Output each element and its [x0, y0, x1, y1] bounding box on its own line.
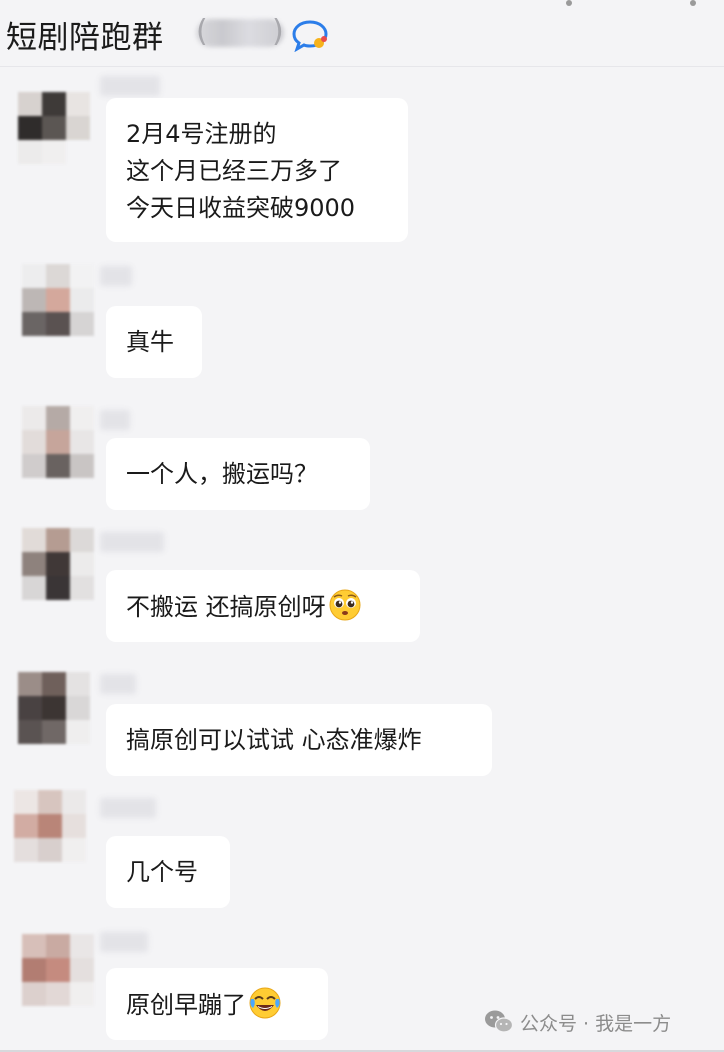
avatar[interactable]	[22, 264, 96, 338]
message-text: 这个月已经三万多了	[126, 157, 342, 185]
paren-left: (	[196, 14, 208, 49]
wechat-icon	[485, 1010, 514, 1033]
message-bubble[interactable]: 搞原创可以试试 心态准爆炸	[106, 704, 492, 776]
message-text: 真牛	[126, 328, 174, 356]
redacted-sender-name	[100, 932, 148, 952]
message-text: 不搬运 还搞原创呀	[126, 588, 400, 626]
message-text: 2月4号注册的	[126, 120, 277, 148]
pleading-face-icon	[329, 589, 361, 621]
message-bubble[interactable]: 一个人，搬运吗？	[106, 438, 370, 510]
avatar[interactable]	[22, 528, 96, 602]
message-text: 搞原创可以试试 心态准爆炸	[126, 726, 422, 754]
group-title[interactable]: 短剧陪跑群	[6, 12, 164, 57]
message-text: 一个人，搬运吗？	[126, 460, 318, 488]
message-text: 今天日收益突破9000	[126, 194, 356, 222]
message-text-content: 不搬运 还搞原创呀	[126, 593, 326, 621]
watermark: 公众号 · 我是一方	[484, 1007, 671, 1037]
message-bubble[interactable]: 2月4号注册的 这个月已经三万多了 今天日收益突破9000	[106, 98, 408, 242]
redacted-sender-name	[100, 532, 164, 552]
avatar[interactable]	[22, 406, 96, 480]
avatar[interactable]	[18, 672, 92, 746]
chat-bubble-icon[interactable]	[290, 18, 330, 52]
message-bubble[interactable]: 不搬运 还搞原创呀	[106, 570, 420, 642]
chat-header: 短剧陪跑群 ( )	[0, 0, 724, 67]
avatar[interactable]	[14, 790, 88, 864]
top-indicator-dot	[566, 0, 572, 6]
message-bubble[interactable]: 真牛	[106, 306, 202, 378]
redacted-sender-name	[100, 76, 160, 96]
redacted-sender-name	[100, 674, 136, 694]
avatar[interactable]	[22, 934, 96, 1008]
message-text-content: 原创早蹦了	[126, 991, 246, 1019]
message-bubble[interactable]: 几个号	[106, 836, 230, 908]
redacted-sender-name	[100, 410, 130, 430]
paren-right: )	[272, 14, 284, 49]
message-bubble[interactable]: 原创早蹦了	[106, 968, 328, 1040]
redacted-member-count	[196, 19, 284, 47]
redacted-sender-name	[100, 798, 156, 818]
message-text: 原创早蹦了	[126, 986, 308, 1024]
redacted-sender-name	[100, 266, 132, 286]
message-text: 几个号	[126, 858, 198, 886]
watermark-text: 公众号 · 我是一方	[520, 1012, 672, 1035]
tears-of-joy-face-icon	[249, 987, 281, 1019]
top-indicator-dot	[690, 0, 696, 6]
avatar[interactable]	[18, 92, 92, 166]
